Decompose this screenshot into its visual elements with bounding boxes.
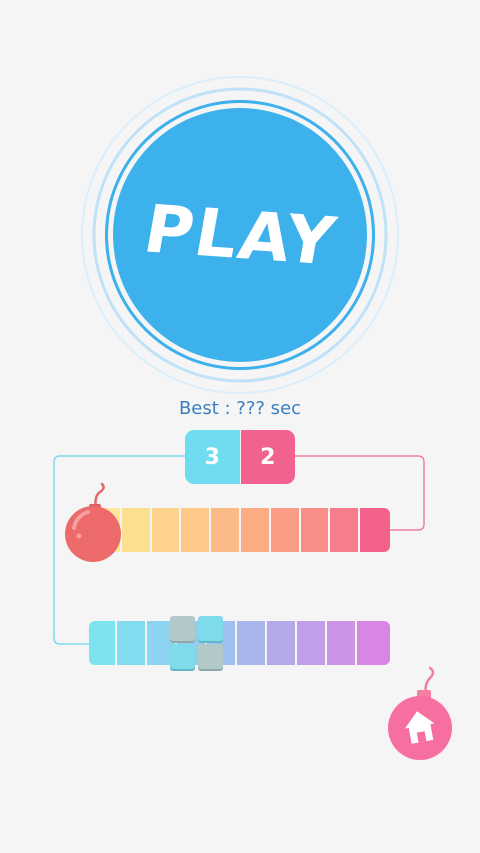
fuse-segment: [327, 621, 355, 665]
fuse-segment: [297, 621, 325, 665]
counter-right: 2: [240, 430, 295, 484]
block-cell: [170, 616, 195, 641]
fuse-segment: [357, 621, 390, 665]
fuse-segment: [267, 621, 295, 665]
bomb-icon: [65, 482, 121, 562]
fuse-segment: [241, 508, 269, 552]
fuse-segment: [211, 508, 239, 552]
fuse-segment: [237, 621, 265, 665]
fuse-segment: [89, 621, 115, 665]
play-button[interactable]: PLAY: [113, 108, 367, 362]
fuse-segment: [300, 508, 329, 552]
block-cell: [198, 644, 223, 669]
block-cell: [198, 616, 223, 641]
top-fuse-bar: [94, 508, 390, 552]
fuse-segment: [117, 621, 145, 665]
best-time-label: Best : ??? sec: [178, 398, 302, 419]
fuse-segment: [360, 508, 390, 552]
block-piece[interactable]: [170, 616, 224, 670]
counter: 3 2: [185, 430, 295, 484]
counter-left: 3: [185, 430, 240, 484]
play-label: PLAY: [138, 190, 342, 280]
fuse-segment: [151, 508, 180, 552]
fuse-segment: [270, 508, 299, 552]
bottom-fuse-bar: [89, 621, 390, 665]
fuse-segment: [181, 508, 210, 552]
fuse-segment: [330, 508, 359, 552]
block-cell: [170, 644, 195, 669]
home-icon[interactable]: [384, 664, 454, 762]
